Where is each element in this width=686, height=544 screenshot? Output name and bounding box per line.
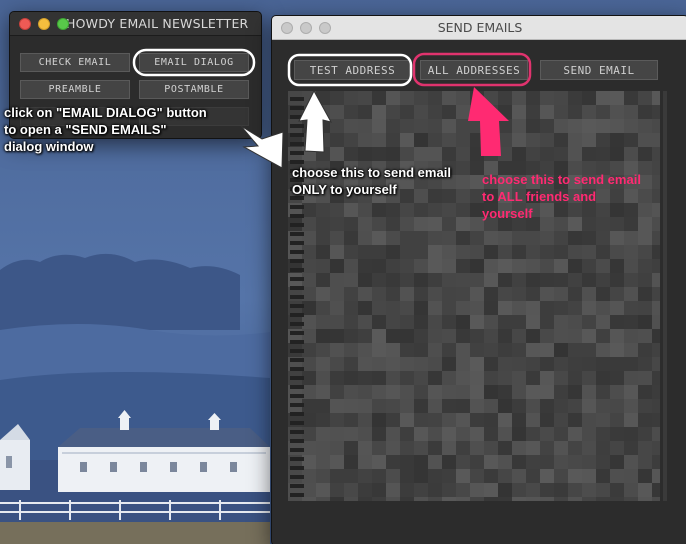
all-addresses-note: choose this to send email to ALL friends… [482, 172, 641, 221]
zoom-icon[interactable] [57, 17, 69, 30]
zoom-icon[interactable] [319, 21, 331, 34]
send-emails-titlebar: SEND EMAILS [272, 16, 686, 40]
all-addresses-button[interactable]: ALL ADDRESSES [420, 60, 528, 80]
close-icon[interactable] [19, 17, 31, 30]
postamble-button[interactable]: POSTAMBLE [139, 80, 249, 99]
test-address-note: choose this to send email ONLY to yourse… [292, 165, 451, 197]
check-email-button[interactable]: CHECK EMAIL [20, 53, 130, 72]
email-dialog-note: click on "EMAIL DIALOG" button to open a… [4, 105, 207, 154]
list-scrollbar[interactable] [663, 91, 667, 501]
minimize-icon[interactable] [300, 21, 312, 34]
send-email-button[interactable]: SEND EMAIL [540, 60, 658, 80]
obscured-addresses [288, 91, 660, 501]
email-address-list[interactable] [288, 91, 660, 501]
email-dialog-button[interactable]: EMAIL DIALOG [139, 53, 249, 72]
test-address-button[interactable]: TEST ADDRESS [294, 60, 411, 80]
preamble-button[interactable]: PREAMBLE [20, 80, 130, 99]
send-emails-window: SEND EMAILS TEST ADDRESS ALL ADDRESSES S… [271, 15, 686, 544]
newsletter-titlebar: HOWDY EMAIL NEWSLETTER [10, 12, 261, 36]
close-icon[interactable] [281, 21, 293, 34]
window-title: SEND EMAILS [437, 20, 523, 35]
minimize-icon[interactable] [38, 17, 50, 30]
